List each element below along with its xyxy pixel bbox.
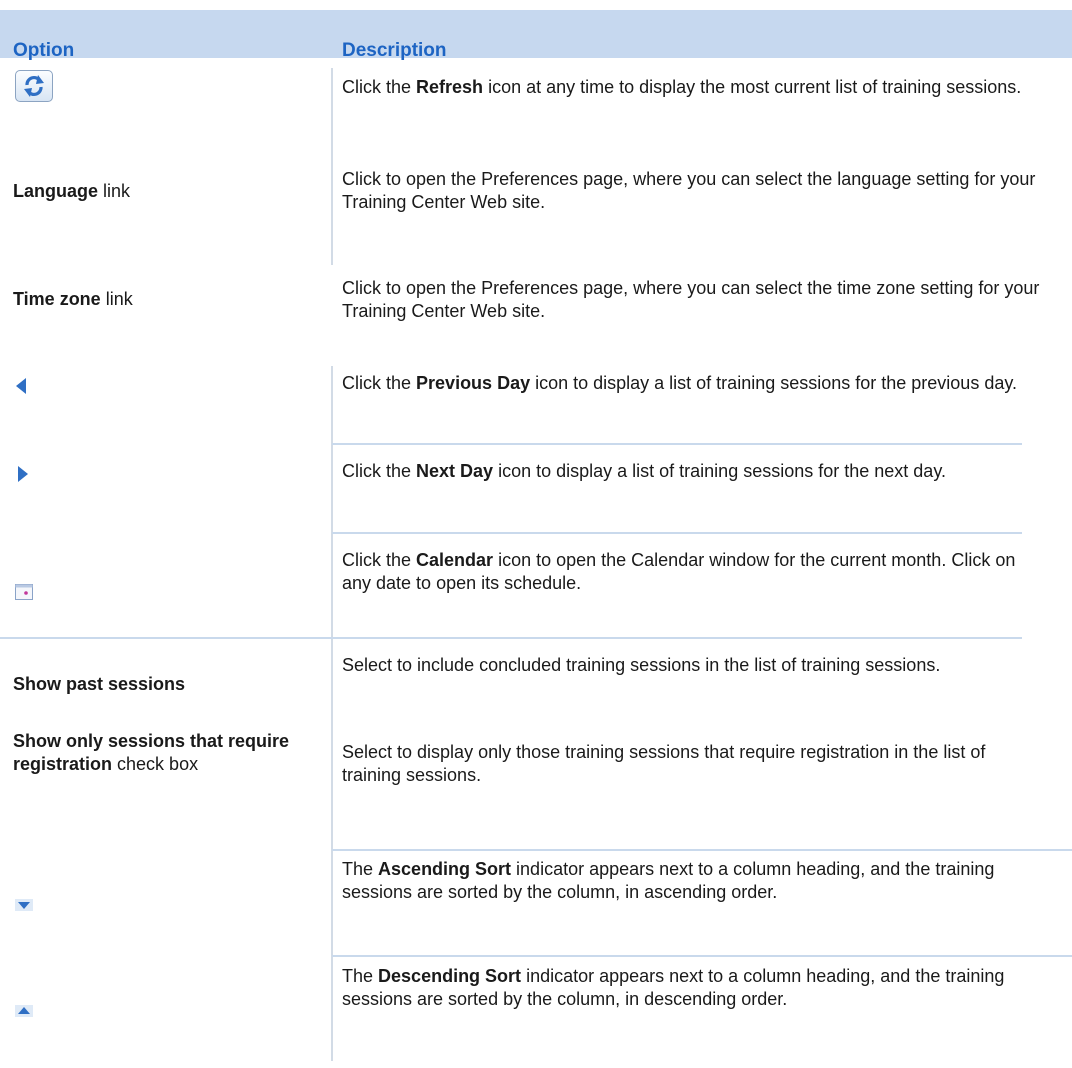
header-description: Description (342, 40, 447, 61)
time-zone-description: Click to open the Preferences page, wher… (342, 278, 1040, 321)
refresh-description: Click the Refresh icon at any time to di… (342, 77, 1022, 97)
next-day-description: Click the Next Day icon to display a lis… (342, 461, 946, 481)
row-separator (0, 637, 1022, 639)
previous-day-description: Click the Previous Day icon to display a… (342, 373, 1018, 393)
registration-only-description: Select to display only those training se… (342, 742, 986, 785)
sort-up-icon (15, 1005, 33, 1017)
row-separator (332, 532, 1022, 534)
ascending-sort-description: The Ascending Sort indicator appears nex… (342, 859, 995, 902)
row-separator (332, 443, 1022, 445)
time-zone-link-option: Time zone link (13, 289, 133, 309)
language-description: Click to open the Preferences page, wher… (342, 169, 1036, 212)
table-header-band (0, 10, 1072, 58)
calendar-icon (15, 584, 33, 600)
row-separator (332, 955, 1072, 957)
options-table: Option Description Click the Refresh ico… (0, 0, 1072, 1068)
row-separator (332, 849, 1072, 851)
arrow-left-icon (16, 378, 26, 394)
refresh-icon (24, 75, 44, 97)
show-past-sessions-option: Show past sessions (13, 674, 186, 694)
show-past-sessions-description: Select to include concluded training ses… (342, 655, 941, 675)
registration-only-checkbox-option: Show only sessions that require registra… (13, 731, 290, 774)
column-divider (331, 68, 333, 265)
descending-sort-description: The Descending Sort indicator appears ne… (342, 966, 1005, 1009)
header-option: Option (13, 40, 75, 61)
sort-down-icon (15, 899, 33, 911)
calendar-description: Click the Calendar icon to open the Cale… (342, 550, 1016, 593)
refresh-button[interactable] (15, 70, 53, 102)
arrow-right-icon (18, 466, 28, 482)
language-link-option: Language link (13, 181, 131, 201)
